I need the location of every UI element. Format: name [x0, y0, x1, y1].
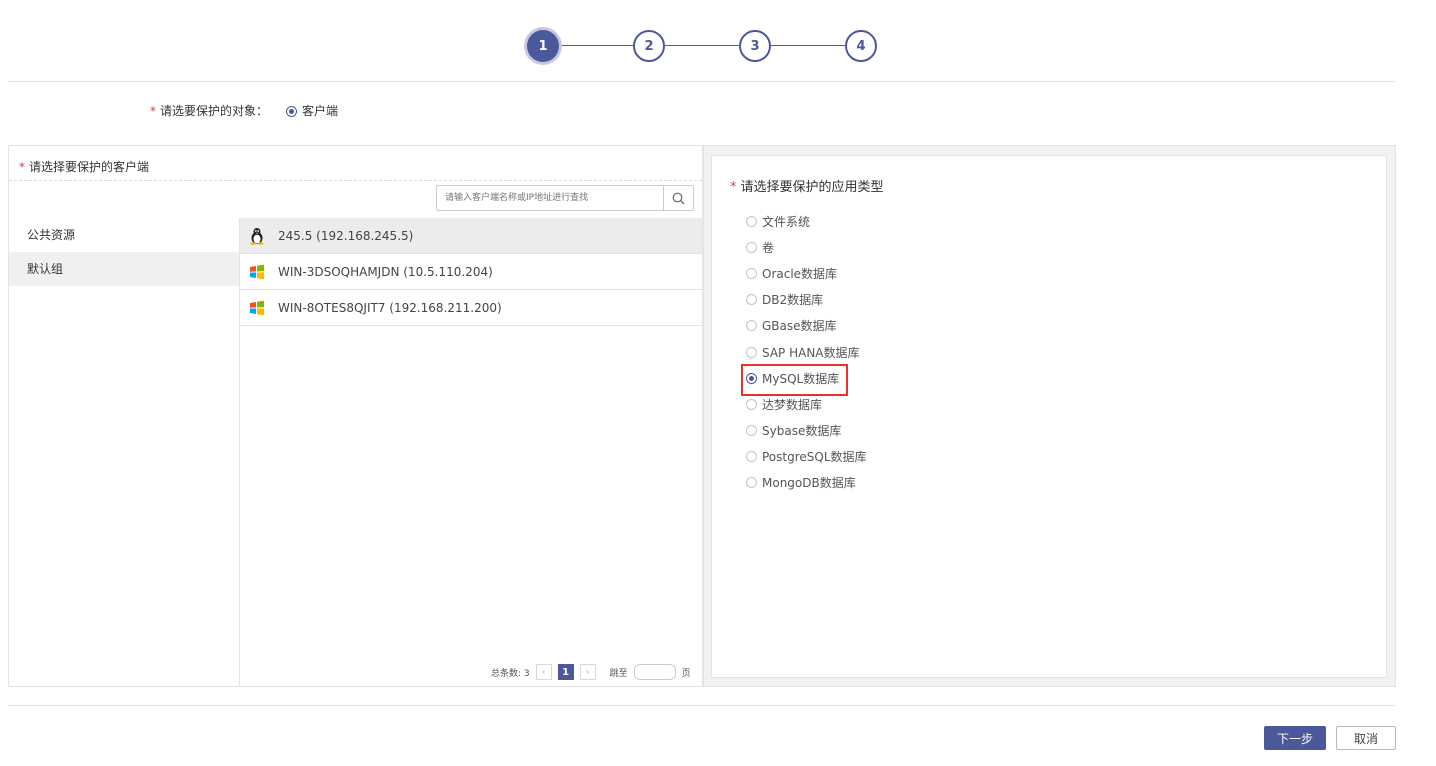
divider [8, 705, 1396, 706]
app-type-option[interactable]: PostgreSQL数据库 [746, 444, 867, 470]
app-type-title-text: 请选择要保护的应用类型 [740, 180, 884, 195]
search-icon [672, 192, 685, 204]
client-row[interactable]: WIN-3DSOQHAMJDN (10.5.110.204) [240, 254, 702, 290]
step-connector [559, 45, 633, 46]
app-type-option[interactable]: DB2数据库 [746, 287, 867, 313]
app-type-label: 达梦数据库 [762, 397, 823, 412]
stepper: 1 2 3 4 [527, 30, 877, 62]
radio-icon[interactable] [746, 294, 757, 306]
app-type-label: 卷 [762, 240, 775, 255]
client-name: WIN-8OTES8QJIT7 (192.168.211.200) [278, 300, 502, 315]
client-row[interactable]: WIN-8OTES8QJIT7 (192.168.211.200) [240, 290, 702, 326]
radio-icon[interactable] [746, 215, 757, 227]
app-type-option[interactable]: Sybase数据库 [746, 418, 867, 444]
windows-icon [248, 263, 266, 281]
next-step-button[interactable]: 下一步 [1264, 726, 1326, 750]
app-type-option[interactable]: SAP HANA数据库 [746, 339, 867, 365]
page: 1 2 3 4 * 请选要保护的对象： 客户端 * 请选择要保护的客户端 公共资源 … [0, 0, 1436, 766]
current-page[interactable]: 1 [557, 664, 574, 680]
radio-icon[interactable] [746, 451, 757, 463]
jump-page-input[interactable] [633, 664, 676, 680]
radio-icon[interactable] [286, 106, 298, 117]
step-2: 2 [633, 30, 665, 62]
app-type-option[interactable]: Oracle数据库 [746, 260, 867, 286]
app-type-option[interactable]: GBase数据库 [746, 313, 867, 339]
divider [8, 81, 1396, 82]
linux-icon [248, 227, 266, 245]
windows-icon [248, 299, 266, 317]
chevron-right-icon: › [585, 666, 590, 678]
client-panel-title: * 请选择要保护的客户端 [19, 158, 149, 175]
step-connector [771, 45, 845, 46]
step-connector [665, 45, 739, 46]
cancel-button[interactable]: 取消 [1336, 726, 1396, 750]
next-page-button[interactable]: › [579, 664, 596, 680]
app-type-panel: * 请选择要保护的应用类型 文件系统 卷 Oracle数据库 DB2数据库 GBa… [703, 145, 1396, 687]
client-row[interactable]: 245.5 (192.168.245.5) [240, 218, 702, 254]
search-button[interactable] [663, 186, 693, 210]
protect-target-label-text: 请选要保护的对象： [160, 104, 269, 118]
client-search-input[interactable] [437, 186, 663, 210]
protect-target-label: * 请选要保护的对象： [150, 102, 268, 119]
app-type-label: 文件系统 [762, 214, 811, 229]
app-type-option[interactable]: 卷 [746, 234, 867, 260]
client-name: 245.5 (192.168.245.5) [278, 228, 414, 243]
client-name: WIN-3DSOQHAMJDN (10.5.110.204) [278, 264, 493, 279]
prev-page-button[interactable]: ‹ [535, 664, 552, 680]
radio-icon[interactable] [746, 320, 757, 332]
radio-icon[interactable] [746, 372, 757, 384]
group-item-public[interactable]: 公共资源 [9, 218, 239, 252]
radio-icon[interactable] [746, 398, 757, 410]
radio-icon[interactable] [746, 346, 757, 358]
group-item-default[interactable]: 默认组 [9, 252, 239, 286]
page-unit-label: 页 [681, 668, 691, 679]
target-option-label: 客户端 [302, 104, 339, 118]
target-option-client[interactable]: 客户端 [286, 102, 338, 119]
required-mark: * [150, 104, 156, 118]
radio-icon[interactable] [746, 477, 757, 489]
step-3: 3 [739, 30, 771, 62]
app-type-option[interactable]: MongoDB数据库 [746, 470, 867, 496]
app-type-list: 文件系统 卷 Oracle数据库 DB2数据库 GBase数据库 SAP HAN… [741, 208, 867, 496]
pagination: 总条数: 3 ‹ 1 › 跳至 页 [491, 664, 691, 680]
total-count: 总条数: 3 [491, 668, 530, 679]
app-type-label: GBase数据库 [762, 319, 837, 334]
dashed-divider [9, 180, 702, 181]
app-type-label: SAP HANA数据库 [762, 345, 860, 360]
app-type-option[interactable]: 达梦数据库 [746, 391, 867, 417]
client-panel: * 请选择要保护的客户端 公共资源 默认组 245.5 (192.168.245.… [8, 145, 703, 687]
app-type-label: MongoDB数据库 [762, 476, 856, 491]
app-type-label: MySQL数据库 [762, 371, 840, 386]
app-type-label: Sybase数据库 [762, 424, 842, 439]
radio-icon[interactable] [746, 267, 757, 279]
app-type-label: DB2数据库 [762, 293, 824, 308]
required-mark: * [730, 180, 737, 195]
app-type-option[interactable]: 文件系统 [746, 208, 867, 234]
chevron-left-icon: ‹ [541, 666, 546, 678]
app-type-option-selected[interactable]: MySQL数据库 [741, 364, 867, 397]
client-panel-title-text: 请选择要保护的客户端 [29, 160, 150, 174]
app-type-title: * 请选择要保护的应用类型 [730, 176, 884, 195]
client-list: 245.5 (192.168.245.5) WIN-3DSOQHAMJDN (1… [240, 218, 702, 326]
step-1: 1 [527, 30, 559, 62]
app-type-label: Oracle数据库 [762, 266, 838, 281]
client-search [436, 185, 694, 211]
radio-icon[interactable] [746, 241, 757, 253]
group-list: 公共资源 默认组 [9, 218, 240, 687]
radio-icon[interactable] [746, 425, 757, 437]
step-4: 4 [845, 30, 877, 62]
app-type-label: PostgreSQL数据库 [762, 450, 867, 465]
jump-label: 跳至 [609, 668, 628, 679]
app-type-card: * 请选择要保护的应用类型 文件系统 卷 Oracle数据库 DB2数据库 GBa… [711, 155, 1387, 678]
required-mark: * [19, 160, 25, 174]
protect-target-row: * 请选要保护的对象： 客户端 [150, 102, 338, 119]
